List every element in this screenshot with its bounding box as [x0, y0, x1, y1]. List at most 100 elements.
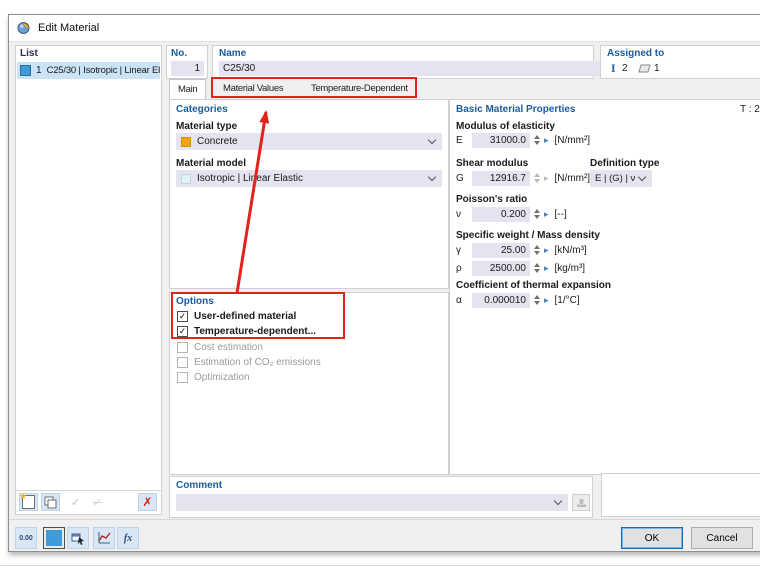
tab-main[interactable]: Main: [169, 79, 206, 100]
list-item-index: 1: [36, 65, 42, 76]
detail-arrow-icon[interactable]: ▸: [544, 209, 549, 220]
checkbox-unchecked-icon: [177, 342, 188, 353]
gamma-value-field[interactable]: 25.00: [472, 243, 530, 258]
ok-button[interactable]: OK: [621, 527, 683, 549]
nu-symbol: ν: [456, 209, 472, 220]
dialog-titlebar: Edit Material: [9, 15, 760, 42]
comment-combobox[interactable]: [176, 494, 568, 511]
spinner-icon[interactable]: [534, 295, 542, 305]
units-settings-button[interactable]: 0.00: [15, 527, 37, 549]
check-icon: ✓: [179, 326, 187, 337]
e-unit: [N/mm²]: [555, 135, 591, 146]
basic-properties-panel: Basic Material Properties T : 20. Modulu…: [449, 99, 760, 475]
page-bottom-rule: [0, 565, 760, 566]
material-type-color-swatch: [181, 137, 191, 147]
gamma-symbol: γ: [456, 245, 472, 256]
chevron-down-icon: [638, 173, 646, 181]
checkbox-cost-estimation: Cost estimation: [177, 341, 263, 354]
g-symbol: G: [456, 173, 472, 184]
material-no-field[interactable]: 1: [171, 61, 204, 76]
alpha-unit: [1/°C]: [555, 295, 580, 306]
delete-material-button[interactable]: ✗: [138, 493, 157, 511]
e-symbol: E: [456, 135, 472, 146]
alpha-symbol: α: [456, 295, 472, 306]
spinner-icon[interactable]: [534, 263, 542, 273]
spinner-icon[interactable]: [534, 245, 542, 255]
properties-heading: Basic Material Properties: [456, 104, 576, 115]
tab-temperature-dependent[interactable]: Temperature-Dependent: [303, 79, 416, 99]
alpha-value-field[interactable]: 0.000010: [472, 293, 530, 308]
thermal-label: Coefficient of thermal expansion: [456, 280, 611, 291]
formula-button[interactable]: fx: [117, 527, 139, 549]
g-unit: [N/mm²]: [555, 173, 591, 184]
assigned-group: Assigned to I 2 1: [600, 45, 760, 79]
chevron-down-icon: [428, 136, 436, 144]
new-material-button[interactable]: ★: [19, 493, 38, 511]
checkbox-checked-icon: ✓: [177, 311, 188, 322]
delete-x-icon: ✗: [142, 495, 152, 509]
deselect-check-button: ✓: [88, 493, 107, 511]
checkbox-label: User-defined material: [194, 311, 296, 322]
copy-material-button[interactable]: [41, 493, 60, 511]
spinner-icon[interactable]: [534, 135, 542, 145]
list-item[interactable]: 1 C25/30 | Isotropic | Linear Elastic: [17, 62, 160, 79]
edit-material-dialog: Edit Material List 1 C25/30 | Isotropic …: [8, 14, 760, 552]
modulus-label: Modulus of elasticity: [456, 121, 555, 132]
member-icon: I: [611, 61, 616, 76]
weight-label: Specific weight / Mass density: [456, 230, 600, 241]
rho-value-field[interactable]: 2500.00: [472, 261, 530, 276]
material-model-dropdown[interactable]: Isotropic | Linear Elastic: [176, 170, 442, 187]
cancel-button[interactable]: Cancel: [691, 527, 753, 549]
tab-material-values[interactable]: Material Values: [215, 79, 291, 99]
comment-heading: Comment: [176, 480, 222, 491]
definition-type-dropdown[interactable]: E | (G) | ν: [590, 170, 652, 187]
checkbox-optimization: Optimization: [177, 371, 250, 384]
comment-stamp-button: [572, 494, 590, 511]
detail-arrow-icon[interactable]: ▸: [544, 245, 549, 256]
definition-type-value: E | (G) | ν: [595, 173, 635, 184]
g-value-field[interactable]: 12916.7: [472, 171, 530, 186]
checkbox-temperature-dependent[interactable]: ✓ Temperature-dependent...: [177, 325, 316, 338]
checkbox-label: Cost estimation: [194, 342, 263, 353]
name-label: Name: [219, 48, 246, 59]
options-panel: Options ✓ User-defined material ✓ Temper…: [169, 292, 449, 475]
surface-icon: [638, 64, 651, 73]
select-check-button: ✓: [66, 493, 85, 511]
rho-unit: [kg/m³]: [555, 263, 586, 274]
detail-arrow-icon[interactable]: ▸: [544, 295, 549, 306]
no-label: No.: [171, 48, 187, 59]
select-check-icon: ✓: [71, 496, 80, 509]
preview-box: [601, 473, 760, 517]
pick-object-button[interactable]: [67, 527, 89, 549]
comment-panel: Comment: [169, 476, 593, 518]
new-star-icon: ★: [19, 491, 27, 502]
dialog-footer: 0.00 fx OK Cancel: [9, 519, 760, 552]
poisson-label: Poisson's ratio: [456, 194, 527, 205]
spinner-icon: [534, 173, 542, 183]
chevron-down-icon: [428, 173, 436, 181]
detail-arrow-icon[interactable]: ▸: [544, 135, 549, 146]
checkbox-unchecked-icon: [177, 372, 188, 383]
nu-value-field[interactable]: 0.200: [472, 207, 530, 222]
checkbox-co2-emissions: Estimation of CO₂ emissions: [177, 356, 321, 369]
checkbox-user-defined-material[interactable]: ✓ User-defined material: [177, 310, 296, 323]
color-swatch-button[interactable]: [43, 527, 65, 549]
categories-heading: Categories: [176, 104, 228, 115]
material-model-value: Isotropic | Linear Elastic: [197, 173, 425, 184]
shear-row: G 12916.7 ▸ [N/mm²]: [456, 170, 590, 186]
reference-temperature: T : 20.: [740, 104, 760, 115]
copy-icon: [44, 496, 57, 509]
material-type-value: Concrete: [197, 136, 425, 147]
rho-row: ρ 2500.00 ▸ [kg/m³]: [456, 260, 585, 276]
material-type-dropdown[interactable]: Concrete: [176, 133, 442, 150]
chevron-down-icon: [554, 497, 562, 505]
name-group: Name C25/30 ✎: [212, 45, 594, 79]
shear-label: Shear modulus: [456, 158, 528, 169]
e-value-field[interactable]: 31000.0: [472, 133, 530, 148]
pick-object-icon: [71, 531, 85, 545]
detail-arrow-icon[interactable]: ▸: [544, 263, 549, 274]
diagram-button[interactable]: [93, 527, 115, 549]
nu-unit: [--]: [555, 209, 567, 220]
spinner-icon[interactable]: [534, 209, 542, 219]
stamp-icon: [576, 498, 587, 508]
